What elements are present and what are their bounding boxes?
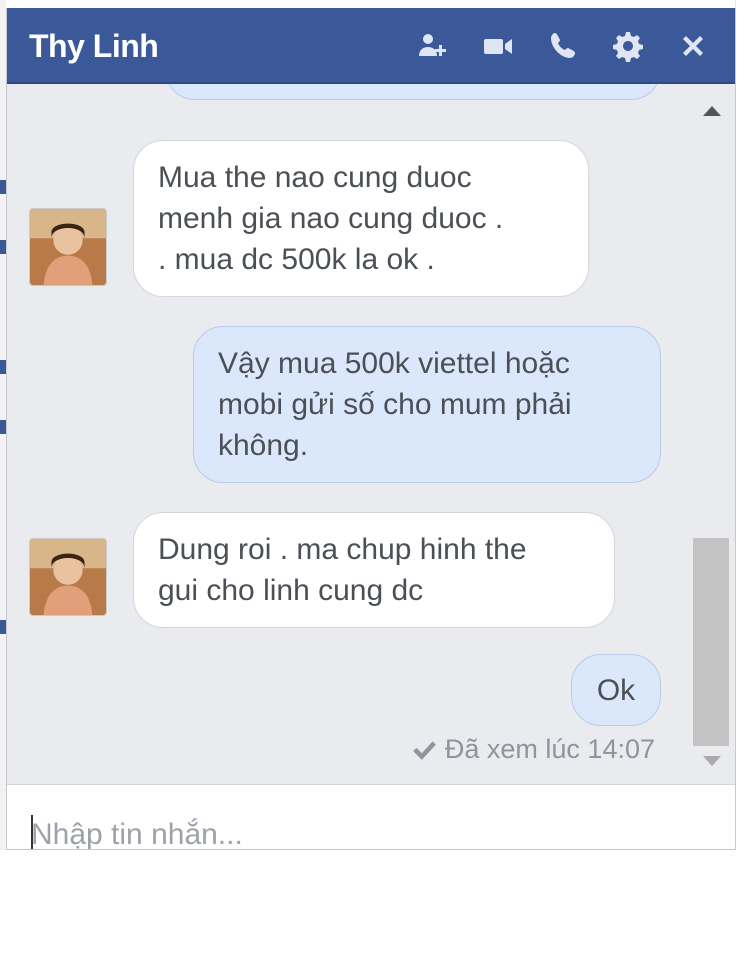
scroll-down-arrow[interactable]: [703, 756, 721, 766]
chat-title[interactable]: Thy Linh: [29, 28, 159, 65]
message-bubble-outgoing[interactable]: Vậy mua 500k viettel hoặc mobi gửi số ch…: [193, 326, 661, 483]
header-actions: [413, 28, 713, 64]
scroll-up-arrow[interactable]: [703, 106, 721, 116]
message-line: Mua the nao cung duoc: [158, 161, 472, 194]
message-list[interactable]: Mua the nao cung duoc menh gia nao cung …: [7, 84, 735, 784]
message-line: menh gia nao cung duoc .: [158, 202, 504, 235]
chat-window: Thy Linh Mua the nao cung duoc menh gia …: [6, 8, 736, 850]
seen-text: Đã xem lúc 14:07: [444, 734, 655, 764]
message-line: gui cho linh cung dc: [158, 574, 424, 607]
message-bubble-outgoing[interactable]: Ok: [571, 654, 661, 726]
avatar[interactable]: [29, 538, 107, 616]
message-line: . mua dc 500k la ok .: [158, 243, 435, 276]
message-input[interactable]: [31, 813, 671, 849]
checkmark-icon: [413, 740, 436, 760]
message-line: Ok: [596, 674, 636, 707]
scrollbar-thumb[interactable]: [693, 538, 729, 746]
background-page-edge-right: [735, 0, 750, 850]
message-line: Vậy mua 500k viettel hoặc: [218, 347, 570, 380]
message-line: Dung roi . ma chup hinh the: [158, 533, 527, 566]
phone-icon[interactable]: [543, 28, 583, 64]
message-line: mobi gửi số cho mum phải: [218, 388, 572, 421]
message-bubble-incoming[interactable]: Mua the nao cung duoc menh gia nao cung …: [133, 140, 589, 297]
message-composer: [7, 784, 735, 849]
message-bubble-partial: [165, 84, 661, 100]
video-call-icon[interactable]: [478, 28, 518, 64]
message-bubble-incoming[interactable]: Dung roi . ma chup hinh the gui cho linh…: [133, 512, 615, 628]
avatar[interactable]: [29, 208, 107, 286]
gear-icon[interactable]: [608, 28, 648, 64]
close-icon[interactable]: [673, 28, 713, 64]
seen-status: Đã xem lúc 14:07: [411, 734, 655, 765]
chat-header: Thy Linh: [7, 8, 735, 84]
message-line: không.: [218, 429, 309, 462]
add-people-icon[interactable]: [413, 28, 453, 64]
